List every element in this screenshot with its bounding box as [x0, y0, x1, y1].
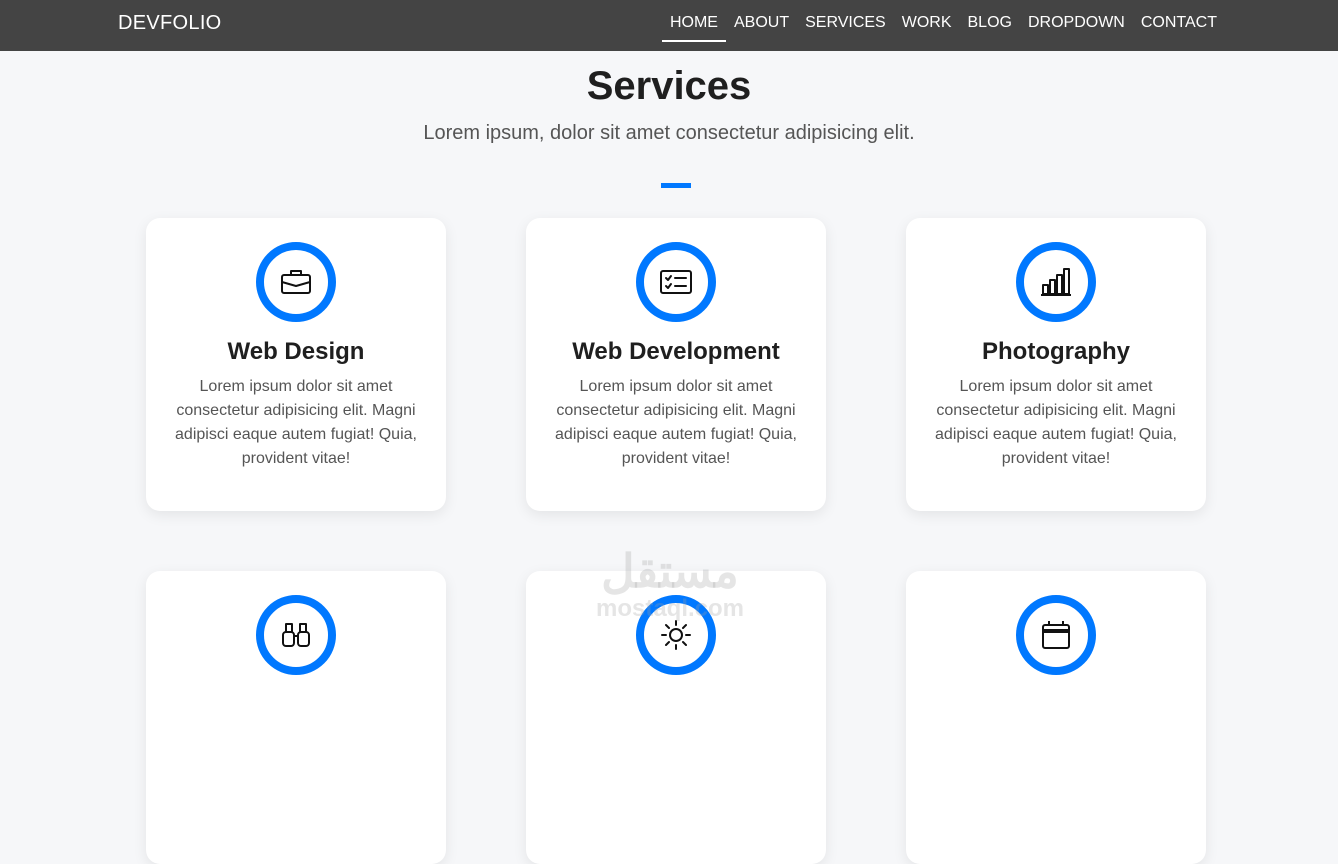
- service-card: [146, 571, 446, 864]
- section-subtitle: Lorem ipsum, dolor sit amet consectetur …: [423, 122, 915, 144]
- service-card: [526, 571, 826, 864]
- bar-chart-icon: [1041, 268, 1071, 296]
- card-title: Web Development: [572, 338, 780, 365]
- brand-logo[interactable]: DEVFOLIO: [118, 12, 222, 35]
- icon-circle: [636, 242, 716, 322]
- navbar: DEVFOLIO HOME ABOUT SERVICES WORK BLOG D…: [0, 0, 1338, 51]
- nav-about[interactable]: ABOUT: [726, 0, 797, 51]
- card-text: Lorem ipsum dolor sit amet consectetur a…: [555, 378, 797, 467]
- main-nav: HOME ABOUT SERVICES WORK BLOG DROPDOWN C…: [661, 0, 1225, 51]
- nav-dropdown[interactable]: DROPDOWN: [1020, 0, 1133, 51]
- service-card-web-development: Web Development Lorem ipsum dolor sit am…: [526, 218, 826, 511]
- card-text: Lorem ipsum dolor sit amet consectetur a…: [935, 378, 1177, 467]
- service-card-photography: Photography Lorem ipsum dolor sit amet c…: [906, 218, 1206, 511]
- nav-work[interactable]: WORK: [894, 0, 960, 51]
- service-card: [906, 571, 1206, 864]
- icon-circle: [256, 595, 336, 675]
- calendar-icon: [1042, 621, 1070, 649]
- nav-services[interactable]: SERVICES: [797, 0, 894, 51]
- icon-circle: [1016, 242, 1096, 322]
- card-title: Photography: [982, 338, 1130, 365]
- icon-circle: [1016, 595, 1096, 675]
- icon-circle: [256, 242, 336, 322]
- nav-contact[interactable]: CONTACT: [1133, 0, 1225, 51]
- card-title: Web Design: [227, 338, 365, 365]
- nav-home[interactable]: HOME: [661, 0, 726, 51]
- service-card-web-design: Web Design Lorem ipsum dolor sit amet co…: [146, 218, 446, 511]
- icon-circle: [636, 595, 716, 675]
- section-title: Services: [586, 64, 752, 108]
- nav-blog[interactable]: BLOG: [960, 0, 1020, 51]
- binoculars-icon: [282, 623, 310, 647]
- title-divider: [661, 183, 691, 188]
- card-text: Lorem ipsum dolor sit amet consectetur a…: [175, 378, 417, 467]
- briefcase-icon: [281, 270, 311, 294]
- card-checklist-icon: [660, 270, 692, 294]
- sun-icon: [661, 620, 691, 650]
